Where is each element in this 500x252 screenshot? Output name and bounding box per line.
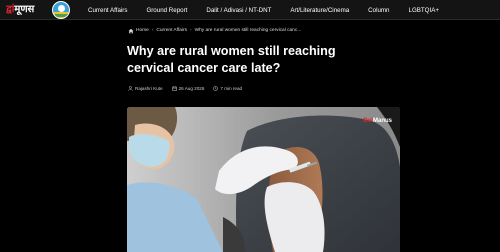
hero-watermark: BolManus [363,118,392,124]
article-meta: Rajashri Kute 26 Aug 2026 7 min read [128,84,251,92]
logo-text-white: मूणस [14,4,35,15]
breadcrumb-separator: › [151,28,154,33]
meta-author[interactable]: Rajashri Kute [128,86,163,91]
nav-item-art-literature[interactable]: Art/Literature/Cinema [290,7,349,14]
brand-white: Manus [372,118,392,124]
site-logo[interactable]: द्वांमूणस [6,2,44,18]
article-title: Why are rural women still reaching cervi… [127,44,336,75]
clock-icon [213,85,219,91]
home-icon [128,28,134,33]
nav-item-column[interactable]: Column [368,7,389,14]
nav-item-dalit-adivasi[interactable]: Dalit / Adivasi / NT-DNT [206,7,271,14]
brand-red: Bol [363,118,373,124]
read-time: 7 min read [220,85,243,91]
author-name: Rajashri Kute [135,85,163,91]
nav-item-current-affairs[interactable]: Current Affairs [88,7,127,14]
vaccination-photo [127,107,400,252]
page: द्वांमूणस Current Affairs Ground Report … [0,0,500,252]
breadcrumb-separator: › [189,28,192,33]
breadcrumb-category[interactable]: Current Affairs [156,28,187,33]
nav-item-lgbtqia[interactable]: LGBTQIA+ [409,7,439,14]
user-icon [128,85,133,91]
publish-date: 26 Aug 2026 [178,85,205,91]
top-navigation: द्वांमूणस Current Affairs Ground Report … [0,0,500,20]
breadcrumb: Home › Current Affairs › Why are rural w… [128,26,301,35]
nav-item-ground-report[interactable]: Ground Report [146,7,187,14]
meta-date: 26 Aug 2026 [171,85,205,91]
breadcrumb-current: Why are rural women still reaching cervi… [194,28,302,33]
main-menu: Current Affairs Ground Report Dalit / Ad… [88,0,458,20]
logo-badge-icon[interactable] [52,1,70,19]
calendar-icon [171,85,177,91]
meta-read-time: 7 min read [213,86,242,91]
hero-image: BolManus [127,107,400,252]
breadcrumb-home[interactable]: Home [136,28,149,33]
